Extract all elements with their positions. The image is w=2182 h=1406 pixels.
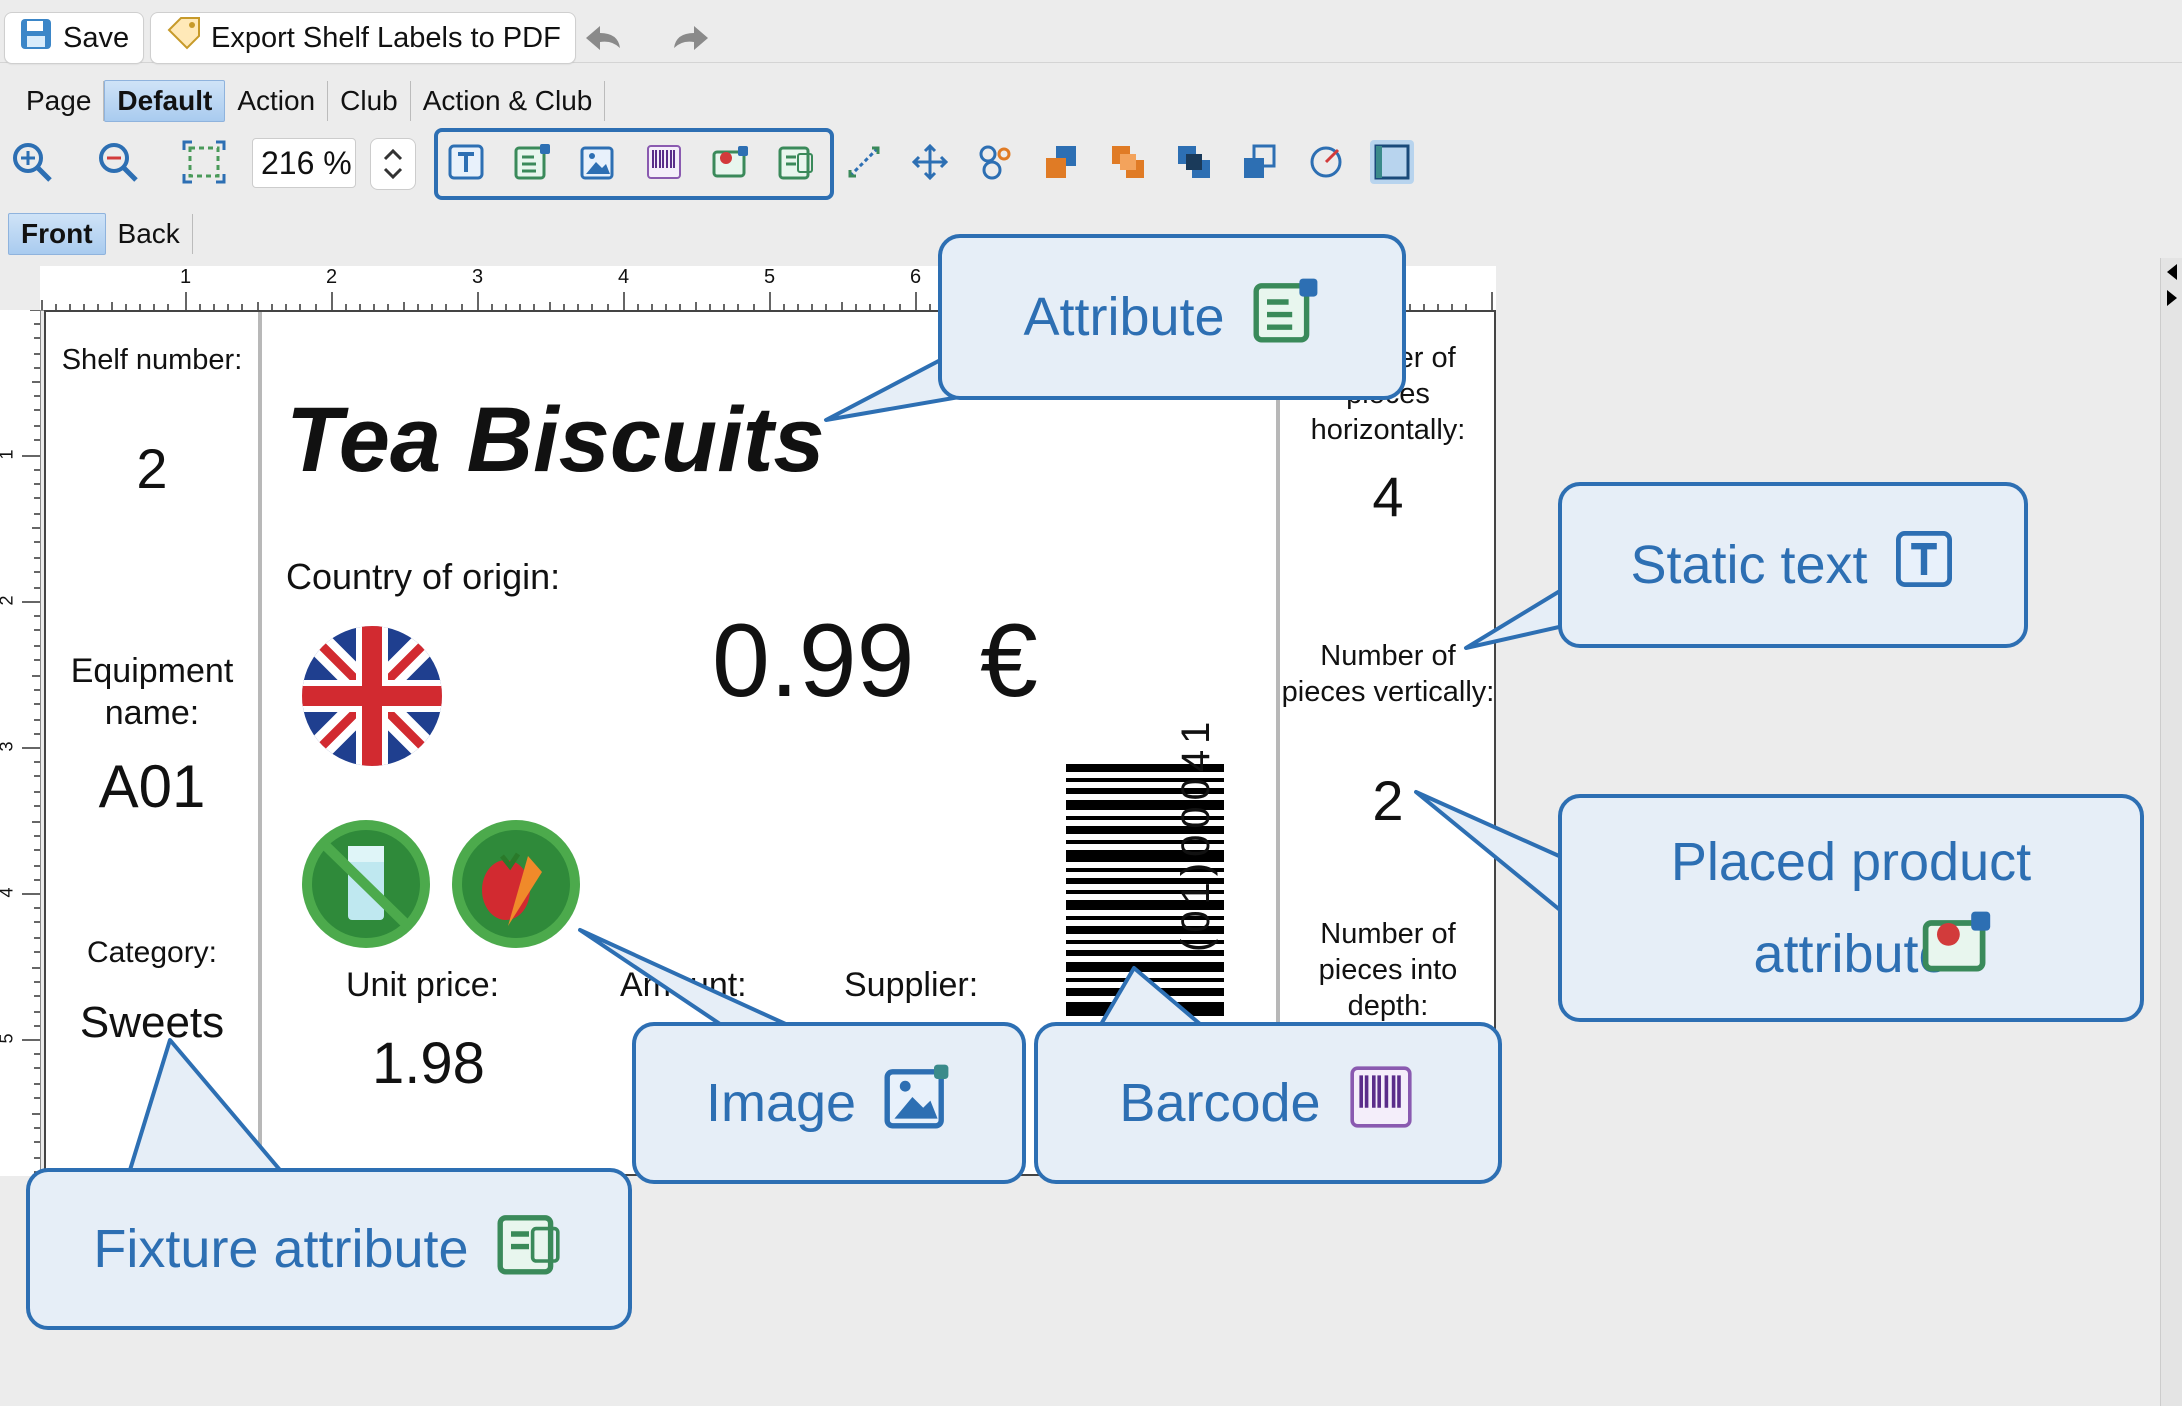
save-label: Save: [63, 21, 130, 54]
scrollbar-vertical[interactable]: [2160, 258, 2182, 1406]
ruler-v-2: 2: [0, 595, 18, 605]
attribute-tool-icon[interactable]: [510, 140, 554, 184]
zoom-stepper[interactable]: [370, 138, 416, 190]
ruler-h-3: 3: [472, 266, 484, 288]
price-value[interactable]: 0.99: [712, 602, 914, 721]
bring-to-front-icon[interactable]: [1106, 140, 1150, 184]
callout-image-text: Image: [705, 1073, 857, 1133]
unit-price-value[interactable]: 1.98: [372, 1030, 485, 1097]
ruler-v-3: 3: [0, 741, 18, 751]
placed-product-tool-icon[interactable]: [708, 140, 752, 184]
callout-static-text: Static text: [1558, 482, 2028, 648]
vertical-label[interactable]: Number of pieces vertically:: [1280, 638, 1496, 710]
static-text-icon: [1892, 527, 1956, 604]
tab-page[interactable]: Page: [14, 81, 105, 121]
category-label[interactable]: Category:: [46, 936, 258, 970]
ruler-h-1: 1: [180, 266, 192, 288]
redo-icon[interactable]: [668, 18, 712, 63]
callout-static-text-text: Static text: [1630, 535, 1868, 595]
ruler-v-1: 1: [0, 449, 18, 459]
vegetables-icon[interactable]: [448, 816, 584, 957]
equipment-value[interactable]: A01: [46, 752, 258, 821]
fixture-tool-icon[interactable]: [774, 140, 818, 184]
move-icon[interactable]: [908, 140, 952, 184]
ruler-h-2: 2: [326, 266, 338, 288]
tab-default[interactable]: Default: [104, 80, 226, 122]
zoom-out-icon[interactable]: [96, 140, 140, 184]
depth-label[interactable]: Number of pieces into depth:: [1280, 916, 1496, 1024]
tab-club[interactable]: Club: [328, 81, 411, 121]
tab-front[interactable]: Front: [8, 213, 106, 255]
country-label[interactable]: Country of origin:: [286, 556, 560, 598]
save-icon: [19, 17, 53, 59]
layout-tabs: Page Default Action Club Action & Club: [14, 78, 606, 124]
barcode-digits: (01)00041: [1174, 715, 1218, 952]
undo-icon[interactable]: [582, 18, 626, 63]
uk-flag-image[interactable]: [300, 624, 444, 773]
callout-barcode: Barcode: [1034, 1022, 1502, 1184]
ruler-v-5: 5: [0, 1033, 18, 1043]
image-tool-icon[interactable]: [576, 140, 620, 184]
top-toolbar: Save Export Shelf Labels to PDF: [0, 0, 2182, 64]
send-backward-icon[interactable]: [1172, 140, 1216, 184]
send-to-back-icon[interactable]: [1238, 140, 1282, 184]
ruler-h-6: 6: [910, 266, 922, 288]
tag-icon: [165, 16, 201, 60]
tab-back[interactable]: Back: [106, 214, 193, 254]
save-button[interactable]: Save: [4, 12, 145, 64]
resize-icon[interactable]: [842, 140, 886, 184]
bring-forward-icon[interactable]: [1040, 140, 1084, 184]
callout-fixture: Fixture attribute: [26, 1168, 632, 1330]
barcode-icon: [1345, 1061, 1417, 1146]
fit-page-icon[interactable]: [182, 140, 226, 184]
callout-image: Image: [632, 1022, 1026, 1184]
ruler-h-5: 5: [764, 266, 776, 288]
category-value[interactable]: Sweets: [46, 998, 258, 1048]
export-label: Export Shelf Labels to PDF: [211, 21, 561, 54]
callout-fixture-text: Fixture attribute: [93, 1219, 469, 1279]
placed-product-icon: [1918, 904, 1994, 985]
shelf-number-value[interactable]: 2: [46, 436, 258, 501]
attribute-icon: [1249, 275, 1321, 360]
no-milk-icon[interactable]: [298, 816, 434, 957]
left-divider: [258, 312, 262, 1174]
horizontal-label-line3[interactable]: horizontally:: [1280, 414, 1496, 447]
export-pdf-button[interactable]: Export Shelf Labels to PDF: [150, 12, 576, 64]
product-title[interactable]: Tea Biscuits: [286, 388, 825, 493]
amount-label[interactable]: Amount:: [620, 966, 747, 1005]
side-tabs: Front Back: [8, 213, 193, 255]
supplier-label[interactable]: Supplier:: [844, 966, 978, 1005]
ruler-h-4: 4: [618, 266, 630, 288]
zoom-input[interactable]: 216 %: [252, 138, 356, 188]
ruler-v-4: 4: [0, 887, 18, 897]
tab-action-club[interactable]: Action & Club: [411, 81, 606, 121]
equipment-label[interactable]: Equipment name:: [46, 650, 258, 734]
callout-placed-product-text: Placed product attribute: [1670, 832, 2032, 984]
zoom-in-icon[interactable]: [10, 140, 54, 184]
callout-attribute: Attribute: [938, 234, 1406, 400]
frame-toggle-icon[interactable]: [1370, 140, 1414, 184]
vertical-ruler: 1 2 3 4 5: [0, 310, 41, 1176]
group-icon[interactable]: [974, 140, 1018, 184]
image-icon: [880, 1061, 952, 1146]
vertical-value[interactable]: 2: [1280, 768, 1496, 833]
unit-price-label[interactable]: Unit price:: [346, 966, 499, 1005]
rotate-icon[interactable]: [1304, 140, 1348, 184]
currency-symbol[interactable]: €: [980, 602, 1038, 721]
callout-barcode-text: Barcode: [1119, 1073, 1321, 1133]
barcode-tool-icon[interactable]: [642, 140, 686, 184]
callout-placed-product: Placed product attribute: [1558, 794, 2144, 1022]
tab-action[interactable]: Action: [225, 81, 329, 121]
callout-attribute-text: Attribute: [1023, 287, 1225, 347]
fixture-icon: [493, 1207, 565, 1292]
shelf-number-label[interactable]: Shelf number:: [46, 342, 258, 378]
horizontal-value[interactable]: 4: [1280, 464, 1496, 529]
static-text-tool-icon[interactable]: [444, 140, 488, 184]
